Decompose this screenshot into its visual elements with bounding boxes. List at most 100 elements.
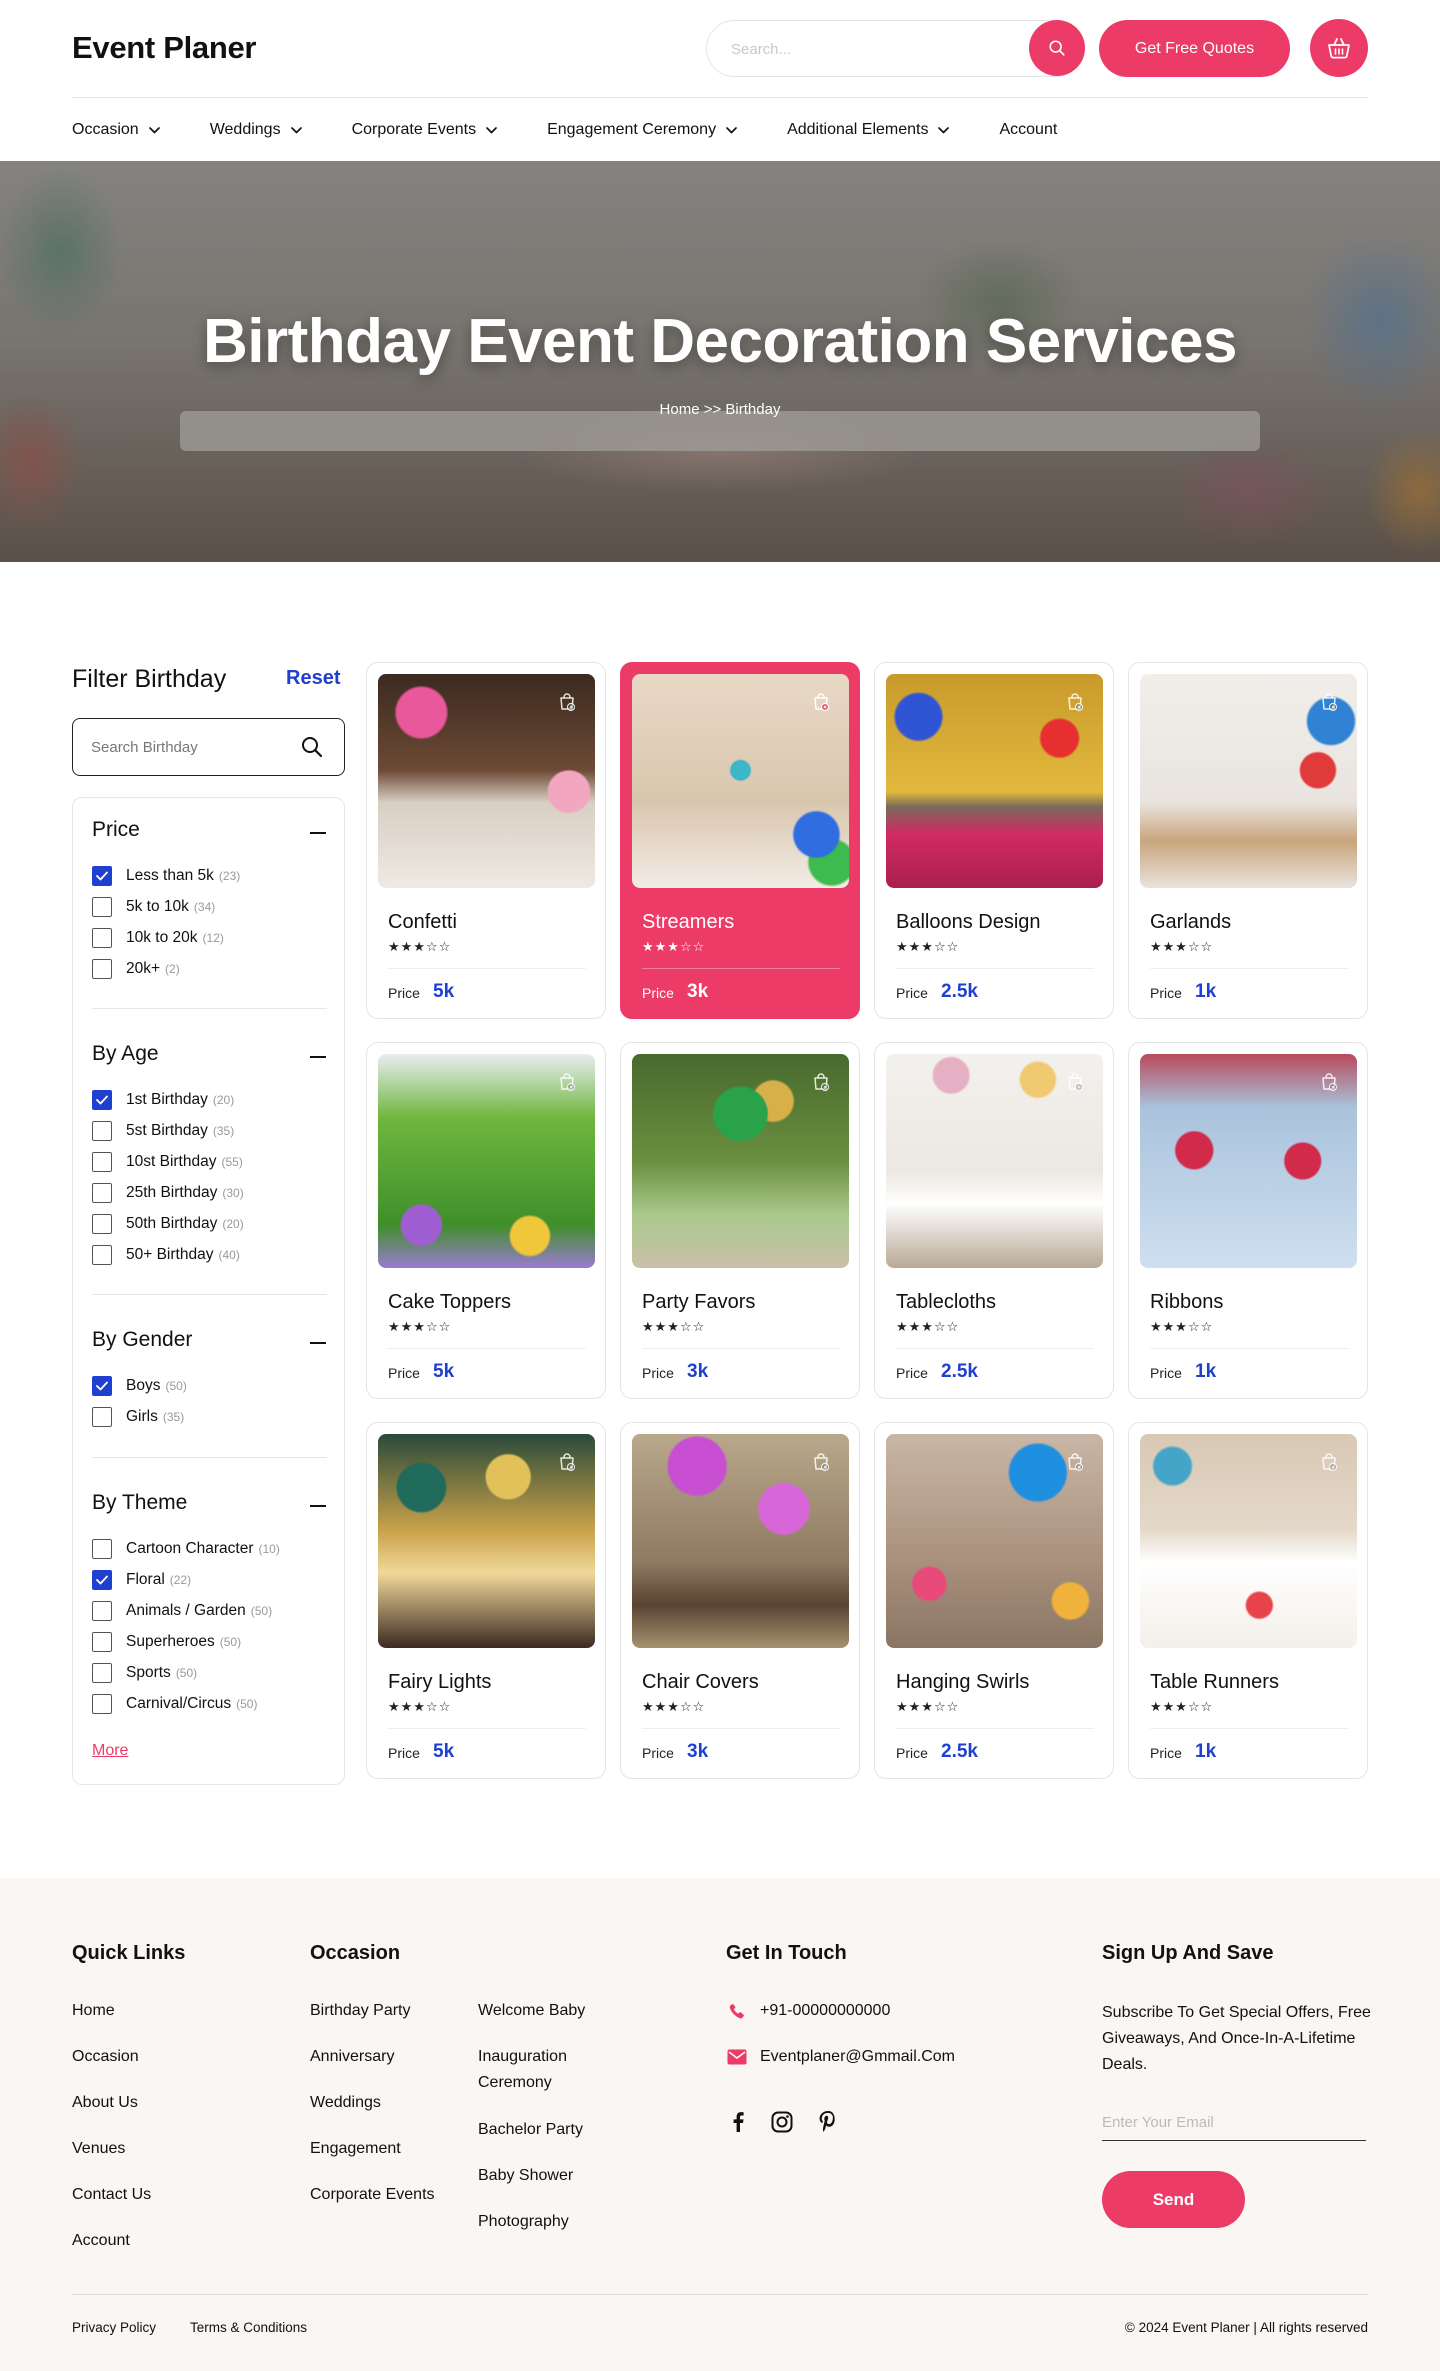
add-to-bag-icon[interactable] xyxy=(553,688,581,716)
filter-option[interactable]: 50+ Birthday (40) xyxy=(92,1245,240,1265)
product-card[interactable]: Garlands ★★★☆☆ Price 1k xyxy=(1128,662,1368,1019)
footer-link-contact-us[interactable]: Contact Us xyxy=(72,2182,151,2208)
get-free-quotes-button[interactable]: Get Free Quotes xyxy=(1099,20,1290,77)
product-card[interactable]: Table Runners ★★★☆☆ Price 1k xyxy=(1128,1422,1368,1779)
checkbox[interactable] xyxy=(92,1601,112,1621)
product-card[interactable]: Party Favors ★★★☆☆ Price 3k xyxy=(620,1042,860,1399)
nav-item-corporate-events[interactable]: Corporate Events xyxy=(352,118,498,142)
footer-link-engagement[interactable]: Engagement xyxy=(310,2136,401,2162)
collapse-minus-icon[interactable] xyxy=(310,1056,326,1058)
checkbox[interactable] xyxy=(92,1121,112,1141)
filter-option[interactable]: 10k to 20k (12) xyxy=(92,928,224,948)
checkbox-checked[interactable] xyxy=(92,1570,112,1590)
add-to-bag-icon[interactable] xyxy=(1061,1448,1089,1476)
filter-option[interactable]: 20k+ (2) xyxy=(92,959,180,979)
search-icon[interactable] xyxy=(300,735,324,759)
checkbox[interactable] xyxy=(92,1694,112,1714)
filter-option[interactable]: 10st Birthday (55) xyxy=(92,1152,243,1172)
filter-option[interactable]: 5st Birthday (35) xyxy=(92,1121,234,1141)
product-card[interactable]: Tablecloths ★★★☆☆ Price 2.5k xyxy=(874,1042,1114,1399)
checkbox-checked[interactable] xyxy=(92,1376,112,1396)
nav-item-account[interactable]: Account xyxy=(999,118,1057,142)
filter-option[interactable]: 1st Birthday (20) xyxy=(92,1090,234,1110)
footer-link-account[interactable]: Account xyxy=(72,2228,130,2254)
footer-link-inauguration-ceremony[interactable]: Inauguration Ceremony xyxy=(478,2044,618,2096)
send-button[interactable]: Send xyxy=(1102,2171,1245,2228)
product-card[interactable]: Fairy Lights ★★★☆☆ Price 5k xyxy=(366,1422,606,1779)
checkbox[interactable] xyxy=(92,1632,112,1652)
product-card[interactable]: Balloons Design ★★★☆☆ Price 2.5k xyxy=(874,662,1114,1019)
filter-option[interactable]: 50th Birthday (20) xyxy=(92,1214,244,1234)
filter-option[interactable]: Floral (22) xyxy=(92,1570,191,1590)
site-logo[interactable]: Event Planer xyxy=(72,30,257,66)
checkbox[interactable] xyxy=(92,897,112,917)
footer-link-corporate-events[interactable]: Corporate Events xyxy=(310,2182,435,2208)
checkbox[interactable] xyxy=(92,1214,112,1234)
product-card[interactable]: Cake Toppers ★★★☆☆ Price 5k xyxy=(366,1042,606,1399)
collapse-minus-icon[interactable] xyxy=(310,1342,326,1344)
filter-option[interactable]: Animals / Garden (50) xyxy=(92,1601,272,1621)
terms-link[interactable]: Terms & Conditions xyxy=(190,2320,307,2335)
search-button[interactable] xyxy=(1029,20,1085,76)
checkbox[interactable] xyxy=(92,1663,112,1683)
checkbox[interactable] xyxy=(92,1152,112,1172)
product-card[interactable]: Chair Covers ★★★☆☆ Price 3k xyxy=(620,1422,860,1779)
filter-option[interactable]: 25th Birthday (30) xyxy=(92,1183,244,1203)
newsletter-email-input[interactable] xyxy=(1102,2105,1366,2141)
footer-link-baby-shower[interactable]: Baby Shower xyxy=(478,2163,618,2189)
add-to-bag-icon[interactable] xyxy=(807,688,835,716)
nav-item-additional-elements[interactable]: Additional Elements xyxy=(787,118,950,142)
footer-link-venues[interactable]: Venues xyxy=(72,2136,125,2162)
product-card[interactable]: Confetti ★★★☆☆ Price 5k xyxy=(366,662,606,1019)
product-card[interactable]: Hanging Swirls ★★★☆☆ Price 2.5k xyxy=(874,1422,1114,1779)
add-to-bag-icon[interactable] xyxy=(1315,1068,1343,1096)
filter-search-input[interactable] xyxy=(91,737,291,757)
footer-link-welcome-baby[interactable]: Welcome Baby xyxy=(478,1998,618,2024)
add-to-bag-icon[interactable] xyxy=(1061,1068,1089,1096)
footer-link-weddings[interactable]: Weddings xyxy=(310,2090,381,2116)
footer-link-bachelor-party[interactable]: Bachelor Party xyxy=(478,2117,618,2143)
checkbox-checked[interactable] xyxy=(92,1090,112,1110)
checkbox[interactable] xyxy=(92,959,112,979)
add-to-bag-icon[interactable] xyxy=(807,1068,835,1096)
add-to-bag-icon[interactable] xyxy=(553,1068,581,1096)
checkbox[interactable] xyxy=(92,1183,112,1203)
instagram-icon[interactable] xyxy=(770,2110,794,2134)
filter-option[interactable]: 5k to 10k (34) xyxy=(92,897,215,917)
more-link[interactable]: More xyxy=(92,1742,128,1760)
privacy-policy-link[interactable]: Privacy Policy xyxy=(72,2320,156,2335)
nav-item-weddings[interactable]: Weddings xyxy=(210,118,302,142)
add-to-bag-icon[interactable] xyxy=(807,1448,835,1476)
collapse-minus-icon[interactable] xyxy=(310,1505,326,1507)
cart-button[interactable] xyxy=(1310,19,1368,77)
email-row[interactable]: Eventplaner@Gmmail.Com xyxy=(726,2046,955,2068)
breadcrumb[interactable]: Home >> Birthday xyxy=(0,401,1440,418)
header-search-input[interactable] xyxy=(731,38,1021,60)
product-card[interactable]: Streamers ★★★☆☆ Price 3k xyxy=(620,662,860,1019)
add-to-bag-icon[interactable] xyxy=(1315,1448,1343,1476)
nav-item-engagement-ceremony[interactable]: Engagement Ceremony xyxy=(547,118,737,142)
phone-row[interactable]: +91-00000000000 xyxy=(726,2000,890,2022)
add-to-bag-icon[interactable] xyxy=(1315,688,1343,716)
footer-link-about-us[interactable]: About Us xyxy=(72,2090,138,2116)
footer-link-birthday-party[interactable]: Birthday Party xyxy=(310,1998,410,2024)
footer-link-occasion[interactable]: Occasion xyxy=(72,2044,139,2070)
pinterest-icon[interactable] xyxy=(816,2110,840,2134)
add-to-bag-icon[interactable] xyxy=(1061,688,1089,716)
filter-option[interactable]: Sports (50) xyxy=(92,1663,197,1683)
checkbox[interactable] xyxy=(92,1539,112,1559)
filter-option[interactable]: Boys (50) xyxy=(92,1376,187,1396)
product-card[interactable]: Ribbons ★★★☆☆ Price 1k xyxy=(1128,1042,1368,1399)
filter-option[interactable]: Cartoon Character (10) xyxy=(92,1539,280,1559)
filter-option[interactable]: Girls (35) xyxy=(92,1407,184,1427)
footer-link-anniversary[interactable]: Anniversary xyxy=(310,2044,394,2070)
nav-item-occasion[interactable]: Occasion xyxy=(72,118,160,142)
reset-filters-link[interactable]: Reset xyxy=(286,667,340,690)
checkbox[interactable] xyxy=(92,1407,112,1427)
checkbox-checked[interactable] xyxy=(92,866,112,886)
filter-option[interactable]: Carnival/Circus (50) xyxy=(92,1694,257,1714)
footer-link-home[interactable]: Home xyxy=(72,1998,115,2024)
filter-option[interactable]: Less than 5k (23) xyxy=(92,866,240,886)
checkbox[interactable] xyxy=(92,1245,112,1265)
filter-option[interactable]: Superheroes (50) xyxy=(92,1632,241,1652)
